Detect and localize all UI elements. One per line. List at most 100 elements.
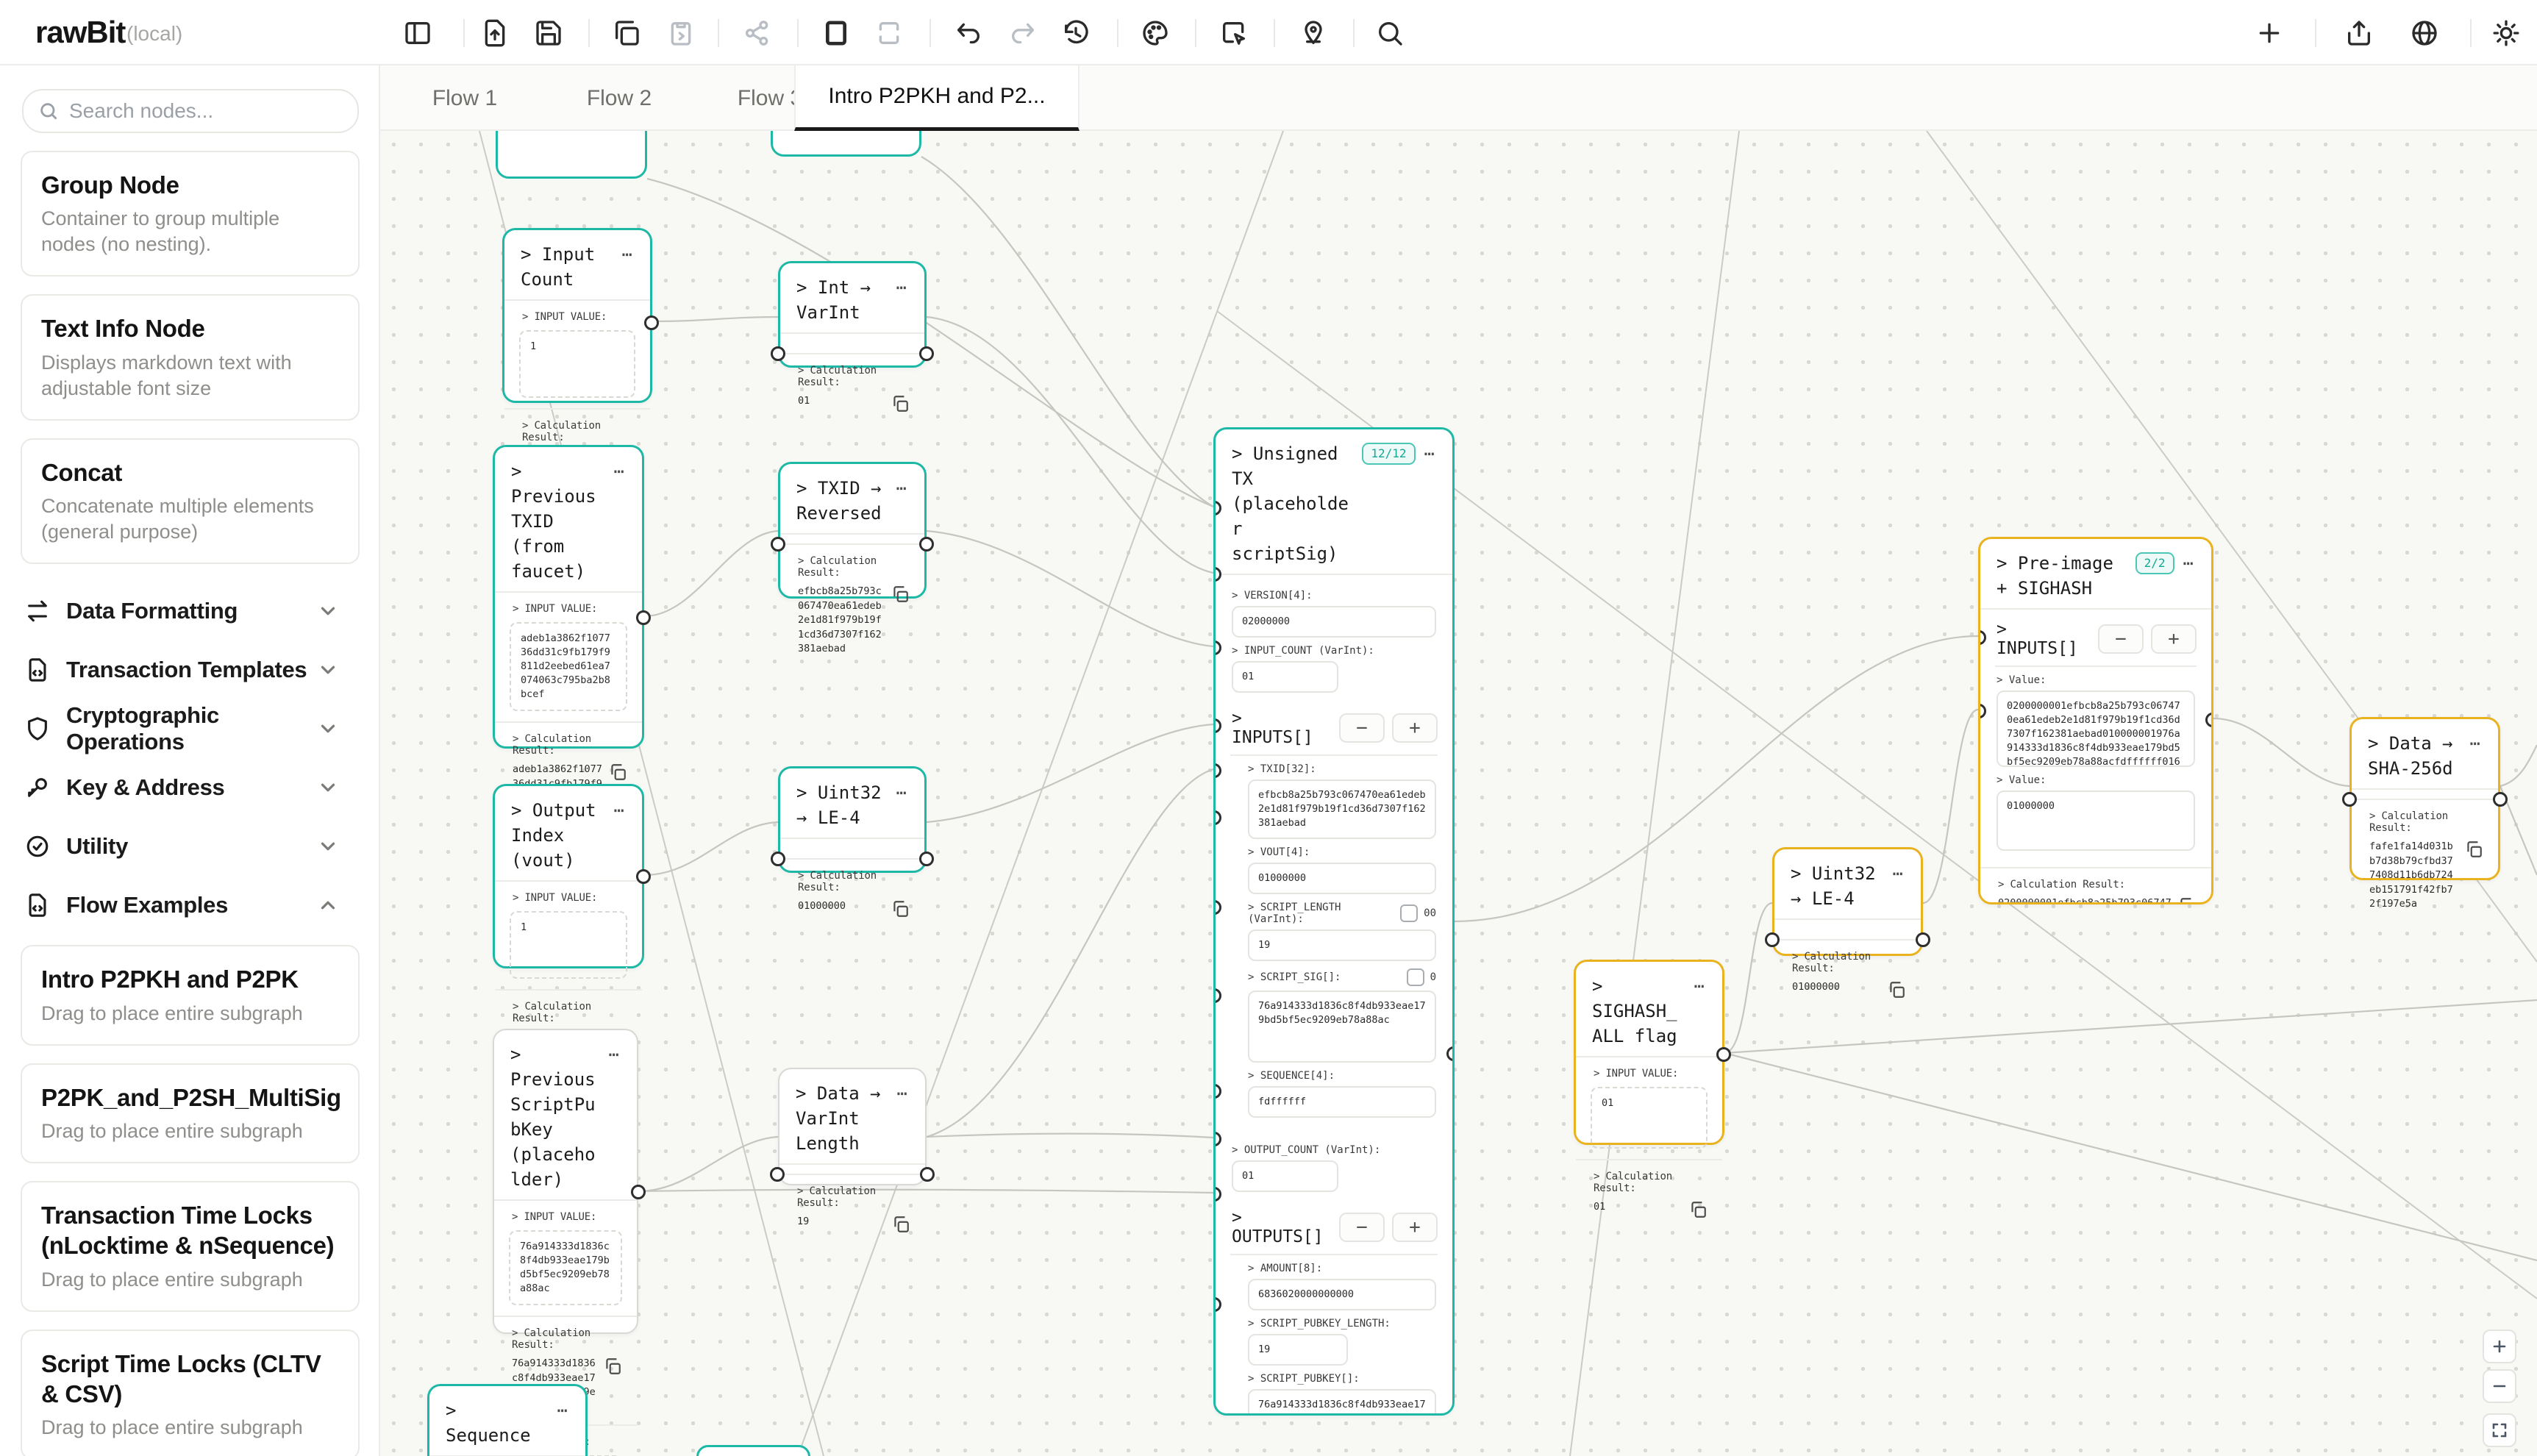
port-input[interactable] [770, 1167, 785, 1182]
node-output-index[interactable]: > Output Index (vout)⋯ > INPUT VALUE: 1 … [493, 784, 644, 968]
remove-input-button[interactable]: − [1339, 713, 1385, 743]
node-menu-icon[interactable]: ⋯ [1694, 974, 1706, 999]
port-output[interactable] [1716, 1047, 1731, 1062]
tab-flow-1[interactable]: Flow 1 [388, 65, 542, 131]
port-output[interactable] [631, 1185, 646, 1199]
sidebar-category-transaction-templates[interactable]: Transaction Templates [21, 640, 360, 699]
input-value-field[interactable]: 01 [1591, 1087, 1708, 1149]
cursor-select-icon[interactable] [1217, 16, 1251, 50]
node-previous-txid[interactable]: > Previous TXID (from faucet)⋯ > INPUT V… [493, 445, 644, 749]
value-1-input[interactable]: 0200000001efbcb8a25b793c067470ea61edeb2e… [1997, 690, 2195, 767]
port-output[interactable] [636, 610, 651, 625]
node-menu-icon[interactable]: ⋯ [896, 780, 908, 805]
node-sighash-all-flag[interactable]: > SIGHASH_ALL flag⋯ > INPUT VALUE: 01 > … [1574, 960, 1724, 1145]
input-value-field[interactable]: 76a914333d1836c8f4db933eae179bd5bf5ec920… [509, 1230, 622, 1305]
script-length-input[interactable]: 19 [1248, 929, 1436, 961]
progress-badge[interactable]: 2/2 [2135, 552, 2174, 574]
amount-input[interactable]: 6836020000000000 [1248, 1279, 1436, 1310]
node-menu-icon[interactable]: ⋯ [2470, 731, 2482, 756]
port-input[interactable] [1765, 932, 1780, 947]
node-int-to-varint[interactable]: > Int → VarInt⋯ > Calculation Result: 01 [778, 261, 927, 368]
script-sig-input[interactable]: 76a914333d1836c8f4db933eae179bd5bf5ec920… [1248, 991, 1436, 1063]
input-value-field[interactable]: 1 [510, 911, 627, 979]
copy-icon[interactable] [603, 1357, 622, 1376]
node-txid-reversed[interactable]: > TXID → Reversed⋯ > Calculation Result:… [778, 462, 927, 599]
sequence-input[interactable]: fdffffff [1248, 1086, 1436, 1118]
node-menu-icon[interactable]: ⋯ [2183, 551, 2195, 576]
port-input[interactable] [2342, 792, 2357, 807]
add-output-button[interactable]: + [1392, 1213, 1438, 1242]
node-card-group-node[interactable]: Group Node Container to group multiple n… [21, 151, 360, 276]
fit-view-button[interactable] [2483, 1413, 2516, 1447]
frame-icon[interactable] [819, 16, 853, 50]
node-menu-icon[interactable]: ⋯ [896, 275, 908, 300]
sidebar-category-data-formatting[interactable]: Data Formatting [21, 582, 360, 640]
example-card-intro-p2pkh[interactable]: Intro P2PKH and P2PK Drag to place entir… [21, 945, 360, 1045]
port-input[interactable] [771, 537, 785, 552]
sidebar-category-flow-examples[interactable]: Flow Examples [21, 876, 360, 935]
input-value-field[interactable]: adeb1a3862f107736dd31c9fb179f9811d2eebed… [510, 622, 627, 711]
input-value-field[interactable]: 1 [519, 330, 635, 398]
node-fragment-top-right[interactable] [771, 131, 921, 157]
map-pin-icon[interactable] [1296, 16, 1330, 50]
node-fragment-bottom[interactable]: > Data [696, 1445, 810, 1456]
vout-input[interactable]: 01000000 [1248, 863, 1436, 894]
node-previous-scriptpubkey[interactable]: > Previous ScriptPubKey (placeholder)⋯ >… [493, 1029, 638, 1334]
copy-icon[interactable] [891, 585, 910, 604]
copy-icon[interactable] [891, 899, 910, 918]
node-data-sha256d[interactable]: > Data → SHA-256d⋯ > Calculation Result:… [2349, 717, 2500, 880]
paste-icon[interactable] [664, 16, 698, 50]
copy-icon[interactable] [891, 394, 910, 413]
save-icon[interactable] [532, 16, 565, 50]
remove-output-button[interactable]: − [1339, 1213, 1385, 1242]
flow-canvas[interactable]: 2 > Input Count⋯ > INPUT VALUE: 1 > Calc… [380, 131, 2537, 1456]
node-menu-icon[interactable]: ⋯ [896, 476, 908, 501]
value-2-input[interactable]: 01000000 [1997, 791, 2195, 851]
port-output[interactable] [919, 346, 934, 361]
port-output[interactable] [919, 537, 934, 552]
search-input[interactable]: Search nodes... [22, 89, 359, 133]
output-count-input[interactable]: 01 [1232, 1160, 1338, 1192]
txid-input[interactable]: efbcb8a25b793c067470ea61edeb2e1d81f979b1… [1248, 779, 1436, 839]
sidebar-category-cryptographic-operations[interactable]: Cryptographic Operations [21, 699, 360, 758]
example-card-p2pk-p2sh-multisig[interactable]: P2PK_and_P2SH_MultiSig Drag to place ent… [21, 1063, 360, 1163]
copy-icon[interactable] [608, 763, 627, 782]
node-menu-icon[interactable]: ⋯ [614, 798, 626, 823]
port-output[interactable] [636, 869, 651, 884]
node-menu-icon[interactable]: ⋯ [897, 1081, 909, 1106]
port-output[interactable] [644, 315, 659, 330]
node-menu-icon[interactable]: ⋯ [557, 1398, 569, 1423]
redo-icon[interactable] [1006, 16, 1040, 50]
port-input[interactable] [771, 346, 785, 361]
example-card-transaction-time-locks[interactable]: Transaction Time Locks (nLocktime & nSeq… [21, 1181, 360, 1312]
duplicate-icon[interactable] [610, 16, 643, 50]
node-input-count[interactable]: > Input Count⋯ > INPUT VALUE: 1 > Calcul… [502, 228, 652, 403]
split-frame-icon[interactable] [872, 16, 906, 50]
sidebar-category-utility[interactable]: Utility [21, 817, 360, 876]
zoom-in-button[interactable] [2483, 1330, 2516, 1363]
node-menu-icon[interactable]: ⋯ [1424, 441, 1436, 466]
node-card-concat[interactable]: Concat Concatenate multiple elements (ge… [21, 438, 360, 564]
search-toolbar-icon[interactable] [1373, 16, 1407, 50]
node-uint32-le4-b[interactable]: > Uint32 → LE-4⋯ > Calculation Result: 0… [1772, 847, 1923, 956]
undo-icon[interactable] [952, 16, 985, 50]
share-graph-icon[interactable] [741, 16, 774, 50]
script-pubkey-input[interactable]: 76a914333d1836c8f4db933eae179bd5bf5ec920… [1248, 1389, 1436, 1416]
sidebar-scroll[interactable]: Group Node Container to group multiple n… [0, 151, 380, 1456]
history-icon[interactable] [1059, 16, 1093, 50]
palette-icon[interactable] [1138, 16, 1172, 50]
add-input-button[interactable]: + [2151, 624, 2197, 654]
remove-input-button[interactable]: − [2098, 624, 2144, 654]
add-flow-icon[interactable] [2252, 16, 2286, 50]
sidebar-category-key-address[interactable]: Key & Address [21, 758, 360, 817]
node-sequence[interactable]: > Sequence⋯ > INPUT VALUE: fffffffd [427, 1384, 588, 1456]
export-icon[interactable] [2342, 16, 2376, 50]
theme-light-icon[interactable] [2489, 16, 2523, 50]
panel-left-icon[interactable] [401, 16, 435, 50]
tab-flow-2[interactable]: Flow 2 [542, 65, 696, 131]
node-uint32-le4-a[interactable]: > Uint32 → LE-4⋯ > Calculation Result: 0… [778, 766, 927, 873]
script-sig-checkbox[interactable] [1407, 968, 1424, 986]
input-count-input[interactable]: 01 [1232, 661, 1338, 693]
progress-badge[interactable]: 12/12 [1362, 443, 1415, 465]
globe-icon[interactable] [2408, 16, 2441, 50]
